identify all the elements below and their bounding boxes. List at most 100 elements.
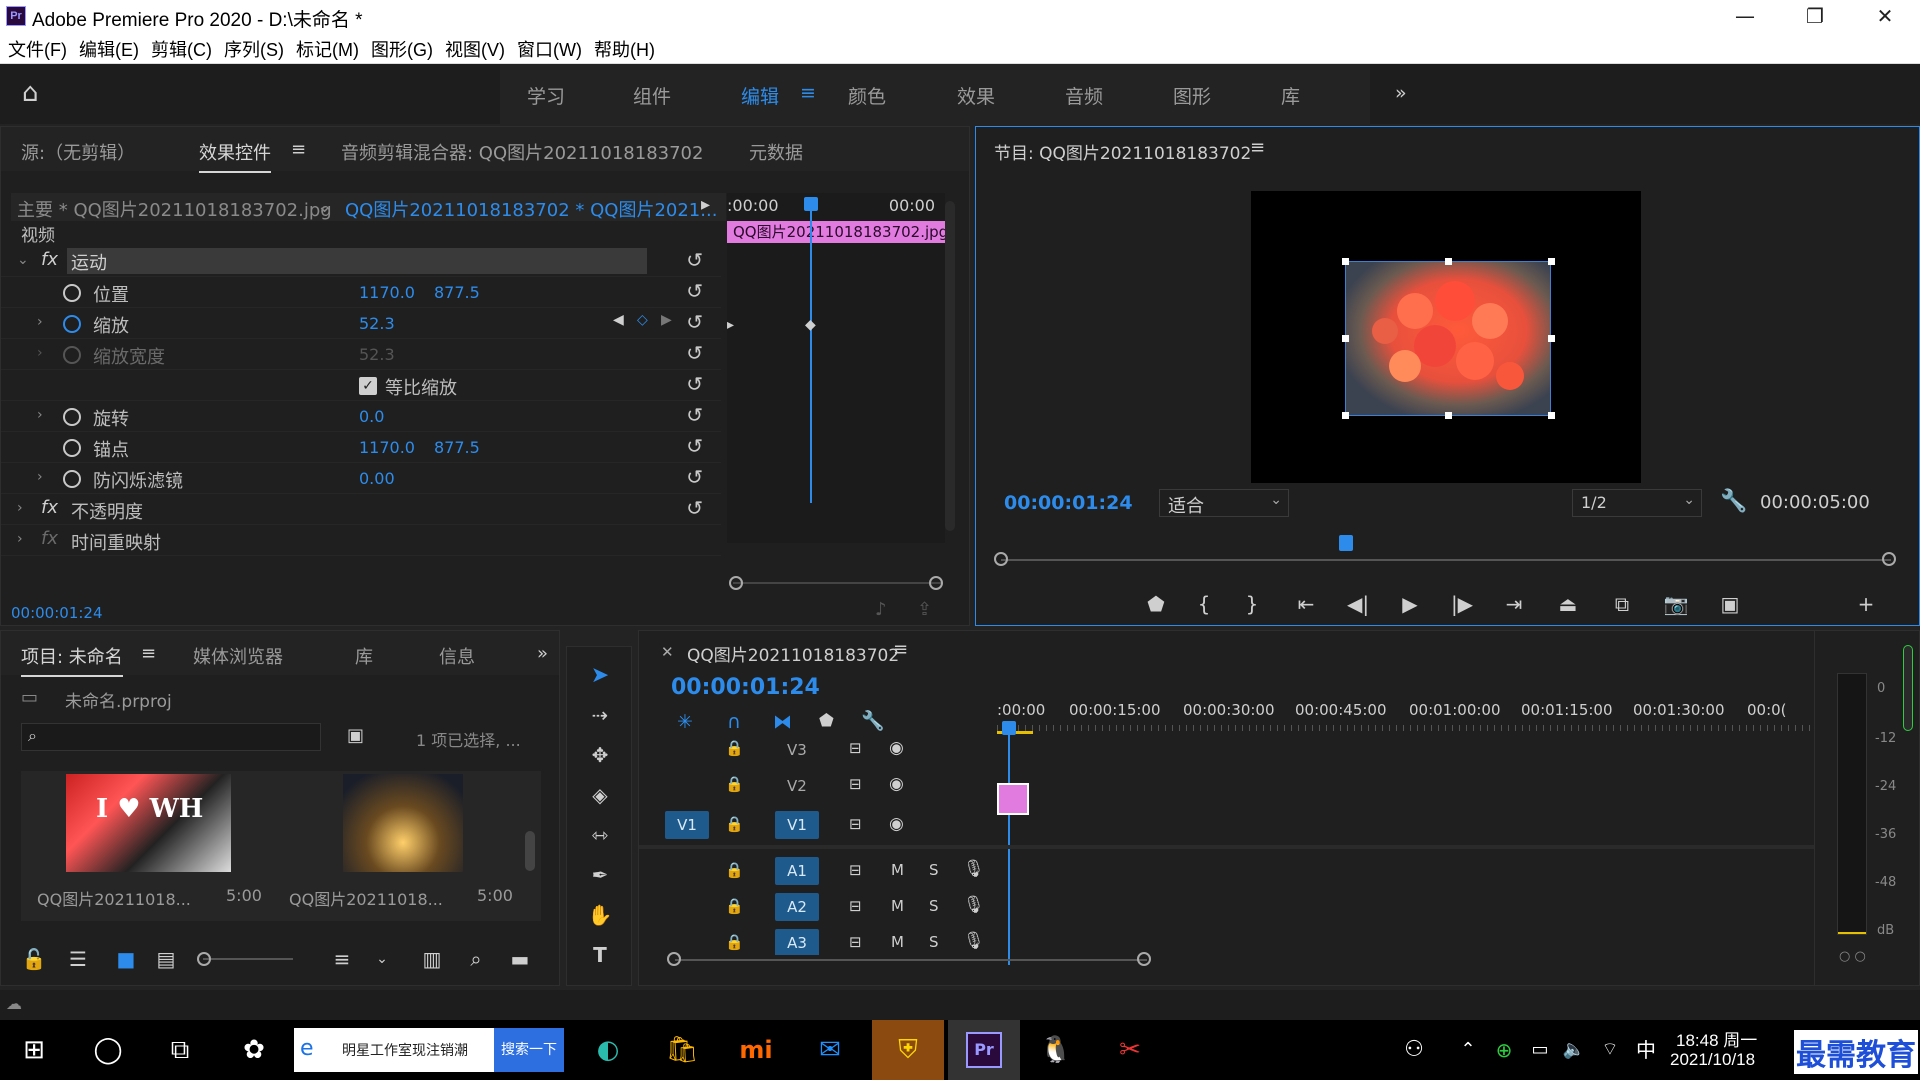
solo-button[interactable]: S <box>929 861 939 879</box>
solo-button[interactable]: S <box>929 933 939 951</box>
program-video-frame[interactable] <box>1251 191 1641 483</box>
mark-in-icon[interactable]: { <box>1184 592 1224 616</box>
workspace-tab-audio[interactable]: 音频 <box>1065 82 1103 109</box>
workspace-tab-effects[interactable]: 效果 <box>957 82 995 109</box>
panel-menu-icon[interactable]: ≡ <box>1250 137 1265 158</box>
timeline-playhead[interactable] <box>1008 733 1010 965</box>
lock-icon[interactable]: 🔒 <box>725 775 744 793</box>
lock-icon[interactable]: 🔒 <box>725 739 744 757</box>
clock-time[interactable]: 18:48 周一 <box>1676 1026 1757 1051</box>
chevron-right-icon[interactable]: › <box>37 407 43 423</box>
chevron-down-icon[interactable]: ⌄ <box>369 951 395 967</box>
reset-icon[interactable]: ↺ <box>686 465 703 489</box>
meter-scrollbar[interactable] <box>1903 645 1913 731</box>
ec-vertical-scrollbar[interactable] <box>945 201 955 531</box>
stopwatch-icon[interactable] <box>63 284 81 302</box>
wrench-icon[interactable]: 🔧 <box>1720 489 1747 514</box>
panel-menu-icon[interactable]: ≡ <box>291 139 306 160</box>
ec-current-time[interactable]: 00:00:01:24 <box>11 604 103 622</box>
step-forward-icon[interactable]: |▶ <box>1442 592 1482 616</box>
scrubber-start-handle[interactable] <box>994 552 1008 566</box>
ec-playhead[interactable] <box>810 203 812 503</box>
camera-icon[interactable]: 📷 <box>1656 592 1696 616</box>
reset-icon[interactable]: ↺ <box>686 279 703 303</box>
project-scrollbar[interactable] <box>525 831 535 871</box>
workspace-overflow-icon[interactable]: » <box>1395 82 1407 104</box>
lock-icon[interactable]: 🔓 <box>21 947 47 971</box>
fx-icon[interactable]: fx <box>41 497 58 518</box>
zoom-slider-handle[interactable] <box>197 952 211 966</box>
workspace-tab-graphics[interactable]: 图形 <box>1173 82 1211 109</box>
slip-tool-icon[interactable]: ⇿ <box>585 823 615 847</box>
ec-clip-bar[interactable]: QQ图片20211018183702.jpg <box>727 221 945 243</box>
rose-bouquet-image[interactable] <box>1345 261 1551 416</box>
rotation-value[interactable]: 0.0 <box>359 407 384 426</box>
new-bin-icon[interactable]: ▬ <box>505 947 535 971</box>
eye-icon[interactable]: ◉ <box>889 814 904 834</box>
transform-handle[interactable] <box>1342 258 1349 265</box>
zoom-handle-right[interactable] <box>1137 952 1151 966</box>
ec-zoom-scrollbar[interactable] <box>733 582 941 584</box>
tab-effect-controls[interactable]: 效果控件 <box>199 139 271 173</box>
transform-handle[interactable] <box>1548 335 1555 342</box>
timeline-ruler[interactable]: :00:00 00:00:15:00 00:00:30:00 00:00:45:… <box>997 697 1827 734</box>
play-only-clip-icon[interactable]: ▸ <box>701 194 710 215</box>
step-back-icon[interactable]: ◀| <box>1338 592 1378 616</box>
nest-toggle-icon[interactable]: ✳ <box>677 711 693 733</box>
eye-icon[interactable]: ◉ <box>889 738 904 758</box>
chevron-right-icon[interactable]: › <box>17 500 23 516</box>
tab-libraries[interactable]: 库 <box>355 643 373 669</box>
chevron-down-icon[interactable]: ⌄ <box>317 196 332 217</box>
uniform-scale-checkbox[interactable]: ✓ <box>359 377 377 395</box>
screenshot-tool-icon[interactable]: ✂ <box>1108 1028 1152 1072</box>
task-view-icon[interactable]: ⧉ <box>158 1028 202 1072</box>
clock-date[interactable]: 2021/10/18 <box>1670 1050 1755 1070</box>
edge-icon[interactable]: ◐ <box>586 1028 630 1072</box>
panel-menu-icon[interactable]: ≡ <box>893 639 908 660</box>
reset-icon[interactable]: ↺ <box>686 434 703 458</box>
close-icon[interactable]: ✕ <box>1850 0 1920 34</box>
ec-zoom-handle-right[interactable] <box>929 576 943 590</box>
tab-media-browser[interactable]: 媒体浏览器 <box>193 643 283 669</box>
reset-icon[interactable]: ↺ <box>686 372 703 396</box>
eye-icon[interactable]: ◉ <box>889 774 904 794</box>
menu-window[interactable]: 窗口(W) <box>517 36 582 62</box>
browser-search-box[interactable]: e 明星工作室现注销潮 <box>294 1028 494 1072</box>
anchor-x-value[interactable]: 1170.0 <box>359 438 415 457</box>
tab-metadata[interactable]: 元数据 <box>749 139 803 165</box>
workspace-menu-icon[interactable]: ≡ <box>800 82 816 104</box>
mute-button[interactable]: M <box>891 933 904 951</box>
automate-icon[interactable]: ▥ <box>417 947 447 971</box>
track-label[interactable]: V2 <box>787 777 807 795</box>
workspace-tab-learn[interactable]: 学习 <box>527 82 565 109</box>
solo-meter-icon[interactable]: ○ ○ <box>1839 949 1866 964</box>
workspace-tab-color[interactable]: 颜色 <box>848 82 886 109</box>
sync-lock-icon[interactable]: ⊟ <box>849 933 862 951</box>
add-keyframe-icon[interactable]: ◇ <box>637 312 648 328</box>
menu-graphics[interactable]: 图形(G) <box>371 36 433 62</box>
fit-dropdown[interactable]: 适合 ⌄ <box>1159 489 1289 517</box>
home-icon[interactable]: ⌂ <box>22 78 39 108</box>
search-button[interactable]: 搜索一下 <box>494 1028 564 1072</box>
workspace-tab-editing[interactable]: 编辑 <box>741 82 779 109</box>
microphone-icon[interactable]: 🎙 <box>963 931 985 951</box>
transform-handle[interactable] <box>1342 412 1349 419</box>
tab-info[interactable]: 信息 <box>439 643 475 669</box>
chevron-right-icon[interactable]: › <box>17 531 23 547</box>
timeline-timecode[interactable]: 00:00:01:24 <box>671 675 820 700</box>
mail-icon[interactable]: ✉ <box>808 1028 852 1072</box>
add-button-icon[interactable]: + <box>1846 592 1886 616</box>
project-search-input[interactable]: ⌕ <box>21 723 321 751</box>
windows-start-icon[interactable]: ⊞ <box>12 1028 56 1072</box>
new-bin-icon[interactable]: ▣ <box>347 725 364 746</box>
menu-clip[interactable]: 剪辑(C) <box>151 36 212 62</box>
linked-selection-icon[interactable]: ⧓ <box>773 711 792 733</box>
effect-row-time-remap[interactable]: › fx 时间重映射 <box>1 525 721 556</box>
transform-handle[interactable] <box>1548 412 1555 419</box>
program-playhead[interactable] <box>1339 535 1353 551</box>
ripple-edit-tool-icon[interactable]: ✥ <box>585 743 615 767</box>
transform-handle[interactable] <box>1548 258 1555 265</box>
workspace-tab-assembly[interactable]: 组件 <box>633 82 671 109</box>
prev-keyframe-icon[interactable]: ◀ <box>613 312 624 328</box>
creative-cloud-icon[interactable]: ☁ <box>6 994 22 1013</box>
